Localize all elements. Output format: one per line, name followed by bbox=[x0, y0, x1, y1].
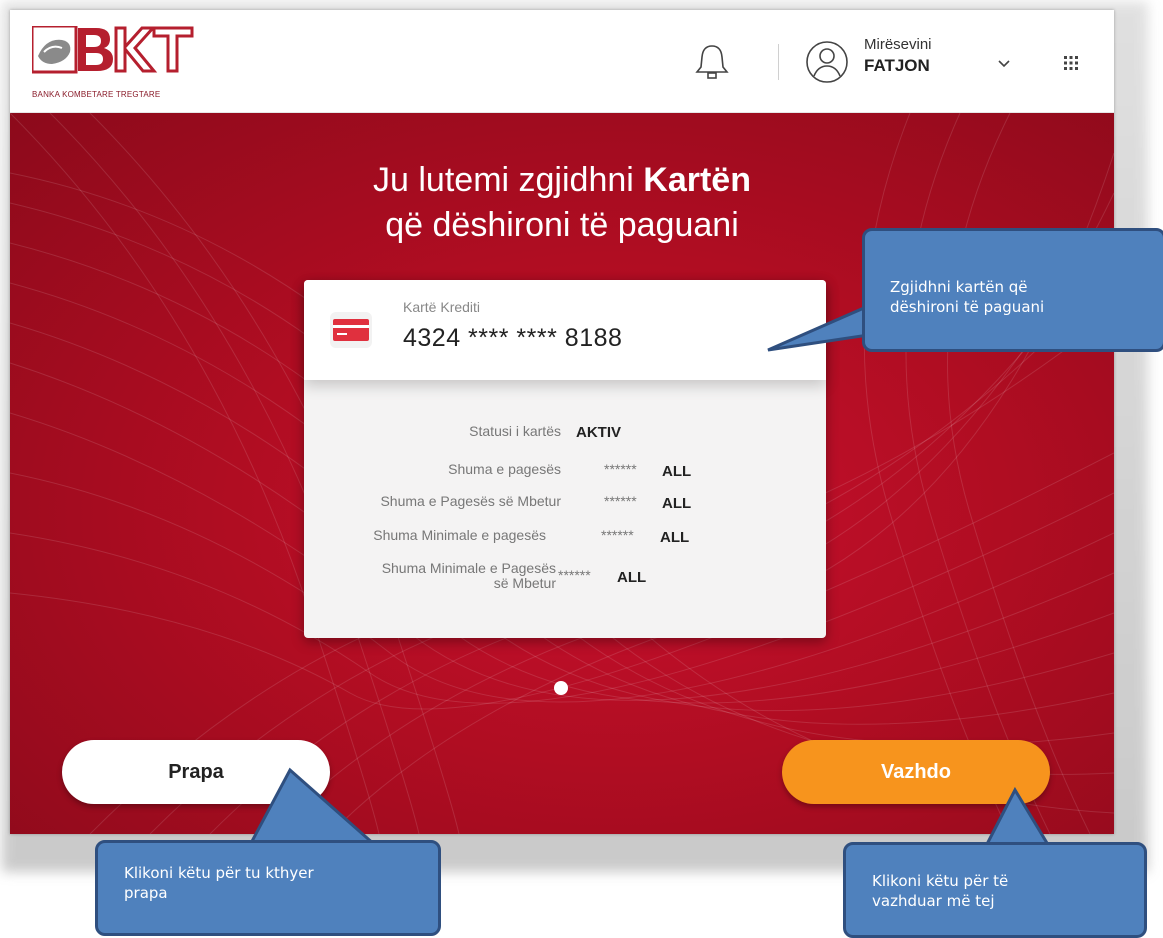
remaining-minimum-payment-row: Shuma Minimale e Pagesës së Mbetur ******… bbox=[381, 560, 647, 591]
logo-subtitle: BANKA KOMBETARE TREGTARE bbox=[32, 90, 161, 99]
page-title-line1: Ju lutemi zgjidhni Kartën bbox=[373, 161, 751, 199]
callout-back: Klikoni këtu për tu kthyer prapa bbox=[95, 840, 441, 936]
app-window: BANKA KOMBETARE TREGTARE Mirësevini FATJ… bbox=[10, 10, 1114, 834]
bkt-logo: BANKA KOMBETARE TREGTARE bbox=[30, 24, 202, 102]
credit-card-icon bbox=[330, 312, 372, 348]
card-number: 4324 **** **** 8188 bbox=[403, 324, 623, 352]
status-badge: AKTIV bbox=[576, 424, 621, 441]
user-name[interactable]: FATJON bbox=[864, 56, 930, 76]
main-area: Ju lutemi zgjidhni Kartën që dëshironi t… bbox=[10, 113, 1114, 834]
bkt-logo-mark bbox=[30, 24, 194, 74]
carousel-page-indicator[interactable] bbox=[554, 681, 568, 695]
callout-continue: Klikoni këtu për të vazhduar më tej bbox=[843, 842, 1147, 938]
callout-select-card: Zgjidhni kartën që dëshironi të paguani bbox=[862, 228, 1163, 352]
back-button[interactable]: Prapa bbox=[62, 740, 330, 804]
header-divider bbox=[778, 44, 779, 80]
card-type-label: Kartë Krediti bbox=[403, 299, 481, 315]
top-bar: BANKA KOMBETARE TREGTARE Mirësevini FATJ… bbox=[10, 10, 1114, 113]
user-avatar-icon[interactable] bbox=[805, 40, 849, 84]
chevron-down-icon[interactable] bbox=[997, 56, 1011, 68]
notifications-bell-icon[interactable] bbox=[695, 43, 729, 81]
apps-grid-icon[interactable] bbox=[1064, 56, 1078, 70]
greeting-text: Mirësevini bbox=[864, 36, 932, 53]
credit-card-selector[interactable]: Kartë Krediti 4324 **** **** 8188 bbox=[304, 280, 826, 380]
continue-button[interactable]: Vazhdo bbox=[782, 740, 1050, 804]
